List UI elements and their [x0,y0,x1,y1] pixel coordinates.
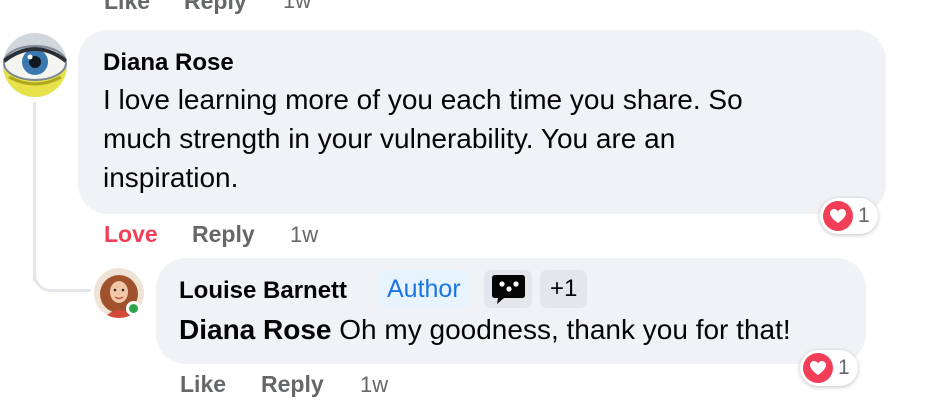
reaction-count: 1 [858,204,870,227]
reply-button[interactable]: Reply [261,371,324,398]
comment-text-line: much strength in your vulnerability. You… [103,123,676,154]
comment-bubble: Diana Rose I love learning more of you e… [78,30,886,214]
comment-author-name[interactable]: Louise Barnett [179,277,347,305]
comment-text: I love learning more of you each time yo… [103,80,873,197]
reply-button[interactable]: Reply [192,221,255,248]
avatar[interactable] [3,33,67,97]
heart-icon [823,201,853,231]
like-button[interactable]: Like [104,0,150,15]
speech-bubble-icon [492,275,525,304]
heart-icon [803,353,833,383]
badge-button[interactable] [484,270,532,308]
comment-author-name[interactable]: Diana Rose [103,49,234,77]
timestamp: 1w [283,0,312,13]
thread-connector-curve [33,252,91,292]
like-button[interactable]: Like [180,371,226,398]
reply-button[interactable]: Reply [184,0,247,15]
mention-link[interactable]: Diana Rose [179,314,332,345]
reaction-count-button[interactable]: 1 [800,350,858,386]
comment-text: Diana Rose Oh my goodness, thank you for… [179,310,791,349]
timestamp: 1w [360,372,389,397]
more-badges-count[interactable]: +1 [540,270,588,308]
eye-art-avatar-image [3,33,67,97]
timestamp: 1w [290,222,319,247]
reaction-count: 1 [838,356,850,379]
comment-text-body: Oh my goodness, thank you for that! [331,314,791,345]
comment-text-line: inspiration. [103,162,239,193]
comment-text-line: I love learning more of you each time yo… [103,84,743,115]
love-button[interactable]: Love [104,221,158,248]
online-status-dot [126,301,141,316]
author-badge[interactable]: Author [378,270,470,308]
reaction-count-button[interactable]: 1 [820,198,878,234]
